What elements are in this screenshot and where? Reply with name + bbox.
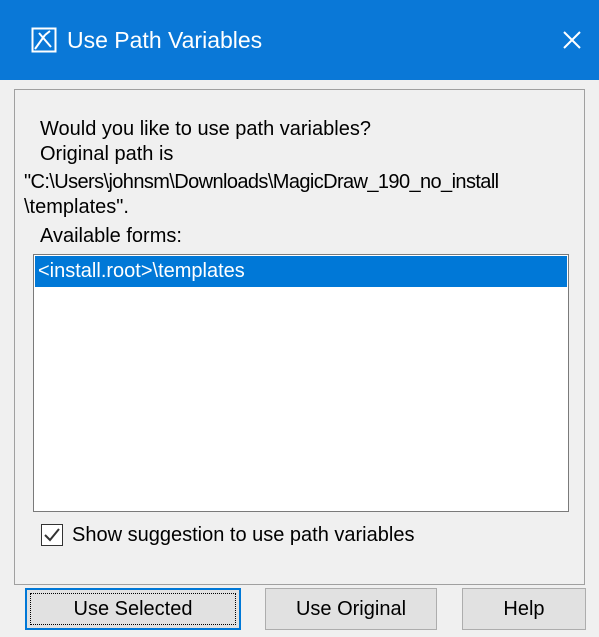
original-path-label: Original path is <box>40 143 174 165</box>
available-forms-label: Available forms: <box>40 225 182 247</box>
window-title: Use Path Variables <box>67 27 263 53</box>
use-selected-button[interactable]: Use Selected <box>25 588 241 630</box>
focus-rectangle <box>30 593 236 625</box>
show-suggestion-checkbox[interactable] <box>41 524 63 546</box>
original-path-value: "C:\Users\johnsm\Downloads\MagicDraw_190… <box>24 171 499 193</box>
checkmark-icon <box>44 528 60 542</box>
use-original-button[interactable]: Use Original <box>265 588 437 630</box>
use-path-variables-dialog: Use Path Variables Would you like to use… <box>0 0 599 637</box>
close-icon[interactable] <box>555 22 589 58</box>
use-original-button-label: Use Original <box>295 598 407 620</box>
available-forms-list[interactable]: <install.root>\templates <box>33 254 569 512</box>
help-button[interactable]: Help <box>462 588 586 630</box>
list-item[interactable]: <install.root>\templates <box>35 256 567 287</box>
help-button-label: Help <box>503 598 545 620</box>
question-text: Would you like to use path variables? <box>40 118 371 140</box>
show-suggestion-label[interactable]: Show suggestion to use path variables <box>72 522 414 548</box>
magicdraw-app-icon <box>31 27 57 53</box>
title-bar[interactable]: Use Path Variables <box>0 0 599 80</box>
original-path-value-continued: \templates". <box>24 196 129 218</box>
